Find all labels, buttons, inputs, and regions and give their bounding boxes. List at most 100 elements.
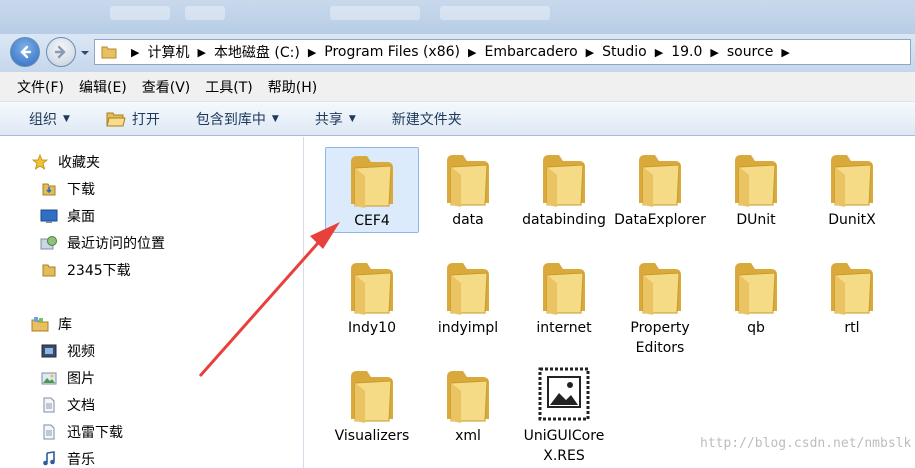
breadcrumb-version[interactable]: 19.0 [671,44,702,60]
menu-file[interactable]: 文件(F) [17,77,64,97]
arrow-left-icon [20,45,32,59]
new-folder-button[interactable]: 新建文件夹 [392,109,462,129]
breadcrumb-separator[interactable]: ▶ [586,46,594,59]
breadcrumb-separator[interactable]: ▶ [710,46,718,59]
folder-item-qb[interactable]: qb [709,255,803,338]
back-button[interactable] [10,37,40,67]
file-name: Visualizers [334,428,410,444]
breadcrumb-local-disk[interactable]: 本地磁盘 (C:) [214,42,300,62]
address-row: ▶ 计算机 ▶ 本地磁盘 (C:) ▶ Program Files (x86) … [0,34,915,72]
folder-icon [447,263,489,315]
folder-icon [351,263,393,315]
folder-item-internet[interactable]: internet [517,255,611,338]
folder-item-dunitx[interactable]: DunitX [805,147,899,230]
library-icon [31,316,49,332]
sidebar-item-recent-places[interactable]: 最近访问的位置 [40,233,165,253]
folder-item-indyimpl[interactable]: indyimpl [421,255,515,338]
sidebar-item-thunder-downloads[interactable]: 迅雷下载 [40,422,123,442]
folder-item-dunit[interactable]: DUnit [709,147,803,230]
file-item-uniguicorex-res[interactable]: UniGUICoreX.RES [517,363,611,466]
video-library-icon [40,343,58,359]
file-name: internet [536,320,592,336]
file-name: Indy10 [348,320,396,336]
file-name: rtl [844,320,860,336]
share-button[interactable]: 共享 ▼ [315,109,356,129]
sidebar-libraries-header[interactable]: 库 [31,314,72,334]
organize-button[interactable]: 组织 ▼ [29,109,70,129]
sidebar-item-label: 音乐 [67,452,95,468]
documents-library-icon [40,397,58,413]
folder-item-dataexplorer[interactable]: DataExplorer [613,147,707,230]
folder-item-xml[interactable]: xml [421,363,515,446]
breadcrumb-computer[interactable]: 计算机 [147,42,189,62]
folder-icon [831,263,873,315]
folder-icon [543,155,585,207]
star-icon [31,154,49,170]
open-button[interactable]: 打开 [106,109,160,129]
menu-view[interactable]: 查看(V) [142,77,191,97]
folder-icon [351,156,393,208]
menu-edit[interactable]: 编辑(E) [79,77,127,97]
sidebar-libraries-label: 库 [58,317,72,333]
folder-item-cef4[interactable]: CEF4 [325,147,419,233]
folder-item-visualizers[interactable]: Visualizers [325,363,419,446]
breadcrumb-separator[interactable]: ▶ [781,46,789,59]
sidebar-item-label: 下载 [67,182,95,198]
desktop-icon [40,208,58,224]
share-label: 共享 [314,111,343,128]
sidebar-item-2345-downloads[interactable]: 2345下载 [40,260,131,280]
folder-icon [447,155,489,207]
include-in-library-button[interactable]: 包含到库中 ▼ [196,109,279,129]
folder-icon [543,263,585,315]
downloads-folder-icon [40,181,58,197]
folder-icon [831,155,873,207]
file-name: CEF4 [354,213,390,229]
file-name: DunitX [828,212,876,228]
folder-item-rtl[interactable]: rtl [805,255,899,338]
recent-places-icon [40,235,58,251]
chevron-down-icon: ▼ [271,113,279,124]
breadcrumb-separator[interactable]: ▶ [468,46,476,59]
file-name: Property Editors [630,320,690,356]
organize-label: 组织 [29,111,57,128]
breadcrumb-separator[interactable]: ▶ [655,46,663,59]
recent-pages-chevron-icon[interactable] [80,48,90,58]
sidebar-item-music[interactable]: 音乐 [40,449,95,468]
breadcrumb-separator[interactable]: ▶ [197,46,205,59]
arrow-right-icon [54,45,66,59]
breadcrumb-separator[interactable]: ▶ [131,46,139,59]
folder-icon [101,46,117,59]
folder-icon [735,155,777,207]
sidebar-item-label: 图片 [67,371,95,387]
file-list: CEF4 data databinding DataExplorer DUnit… [305,137,915,468]
breadcrumb-studio[interactable]: Studio [602,44,647,60]
breadcrumb-source[interactable]: source [727,44,774,60]
breadcrumb-program-files[interactable]: Program Files (x86) [324,44,460,60]
chevron-down-icon: ▼ [348,113,356,124]
breadcrumb-separator[interactable]: ▶ [308,46,316,59]
folder-icon [40,262,58,278]
open-label: 打开 [131,111,160,128]
sidebar-item-documents[interactable]: 文档 [40,395,95,415]
sidebar-item-downloads[interactable]: 下载 [40,179,95,199]
music-note-icon [40,451,58,467]
folder-item-property-editors[interactable]: Property Editors [613,255,707,358]
sidebar-favorites-header[interactable]: 收藏夹 [31,152,100,172]
file-name: qb [747,320,765,336]
folder-item-databinding[interactable]: databinding [517,147,611,230]
sidebar-item-label: 文档 [67,398,95,414]
address-bar[interactable]: ▶ 计算机 ▶ 本地磁盘 (C:) ▶ Program Files (x86) … [94,39,911,65]
folder-item-indy10[interactable]: Indy10 [325,255,419,338]
file-name: UniGUICoreX.RES [523,428,605,464]
breadcrumb-embarcadero[interactable]: Embarcadero [484,44,577,60]
folder-item-data[interactable]: data [421,147,515,230]
menu-bar: 文件(F) 编辑(E) 查看(V) 工具(T) 帮助(H) [0,72,915,102]
menu-tools[interactable]: 工具(T) [205,77,252,97]
sidebar-item-pictures[interactable]: 图片 [40,368,95,388]
pane-divider[interactable] [303,137,304,468]
sidebar-item-videos[interactable]: 视频 [40,341,95,361]
forward-button[interactable] [46,37,76,67]
sidebar-item-desktop[interactable]: 桌面 [40,206,95,226]
resource-image-icon [538,367,590,421]
menu-help[interactable]: 帮助(H) [268,77,317,97]
